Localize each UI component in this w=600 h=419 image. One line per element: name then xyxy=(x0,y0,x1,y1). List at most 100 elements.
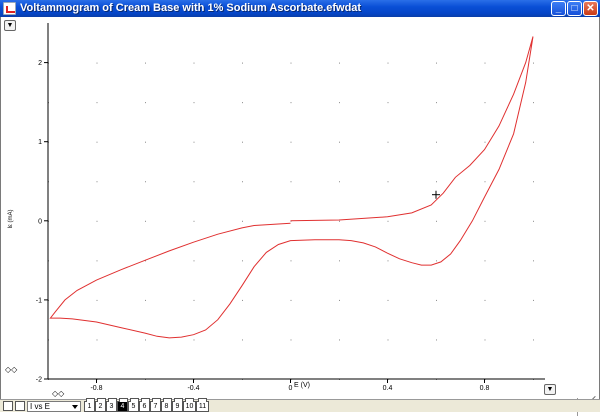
grid-dot xyxy=(339,181,340,183)
dropdown-arrow-icon xyxy=(72,405,78,409)
grid-dot xyxy=(193,181,195,183)
grid-dot xyxy=(387,141,389,143)
view-select[interactable]: I vs E xyxy=(27,401,81,412)
series-layer xyxy=(49,36,534,339)
x-scroll-icon[interactable]: ◇◇ xyxy=(52,389,64,398)
grid-dot xyxy=(96,339,98,341)
grid-dot xyxy=(533,141,534,143)
y-tick-label: 0 xyxy=(38,218,42,225)
grid-dot xyxy=(387,102,389,104)
dataset-tab[interactable]: 9 xyxy=(172,398,183,412)
grid-dot xyxy=(339,220,340,222)
grid-dot xyxy=(193,62,195,64)
grid-dot xyxy=(533,260,534,262)
status-bar: I vs E 1 2 3 4 5 6 7 8 9 10 11 xyxy=(0,398,600,412)
split-view-button[interactable] xyxy=(3,401,13,411)
maximize-button[interactable]: □ xyxy=(567,1,582,16)
grid-dot xyxy=(96,260,98,262)
grid-dot xyxy=(145,339,146,341)
grid-dot xyxy=(145,62,146,64)
grid-dot xyxy=(339,102,340,104)
grid-dot xyxy=(193,339,195,341)
grid-dot xyxy=(436,220,437,222)
grid-dot xyxy=(145,181,146,183)
y-tick-label: -2 xyxy=(36,377,42,384)
app-icon xyxy=(3,2,16,15)
grid-dot xyxy=(290,260,292,262)
grid-dot xyxy=(387,220,389,222)
grid-dot xyxy=(387,339,389,341)
axes xyxy=(47,23,545,380)
grid-dot xyxy=(242,220,243,222)
window-title: Voltammogram of Cream Base with 1% Sodiu… xyxy=(20,2,362,14)
grid-dot xyxy=(484,102,486,104)
grid-dot xyxy=(484,339,486,341)
y-tick-label: 1 xyxy=(38,139,42,146)
voltammogram-window: Voltammogram of Cream Base with 1% Sodiu… xyxy=(0,0,600,416)
grid-dot xyxy=(387,260,389,262)
x-tick-label: -0.4 xyxy=(187,385,199,392)
dataset-tab[interactable]: 2 xyxy=(95,398,106,412)
grid-dot xyxy=(339,141,340,143)
grid-dot xyxy=(533,62,534,64)
grid-dot xyxy=(339,260,340,262)
grid-dot xyxy=(96,141,98,143)
dataset-tab[interactable]: 8 xyxy=(161,398,172,412)
dataset-tab[interactable]: 3 xyxy=(106,398,117,412)
grid-dot xyxy=(193,220,195,222)
grid-dot xyxy=(242,339,243,341)
grid-dot xyxy=(339,62,340,64)
x-tick-label: 0.8 xyxy=(480,385,490,392)
title-bar[interactable]: Voltammogram of Cream Base with 1% Sodiu… xyxy=(0,0,600,17)
plot-area[interactable]: ▼ -0.8 -0.4 0 0.4 0.8 -2 -1 0 1 2 Iε (mA) E (V) ▼… xyxy=(0,17,600,416)
dataset-tab[interactable]: 6 xyxy=(139,398,150,412)
x-axis-label: E (V) xyxy=(294,382,310,389)
grid-dot xyxy=(533,220,534,222)
grid-dot xyxy=(242,62,243,64)
grid-dot xyxy=(484,220,486,222)
grid-dot xyxy=(436,260,437,262)
grid-dot xyxy=(290,339,292,341)
dataset-tab[interactable]: 5 xyxy=(128,398,139,412)
close-button[interactable]: ✕ xyxy=(583,1,598,16)
grid-dot xyxy=(339,339,340,341)
tick-labels: -0.8 -0.4 0 0.4 0.8 -2 -1 0 1 2 xyxy=(36,60,490,392)
y-tick-label: 2 xyxy=(38,60,42,67)
grid-dot xyxy=(533,299,534,301)
dataset-tab[interactable]: 7 xyxy=(150,398,161,412)
minimize-button[interactable]: _ xyxy=(551,1,566,16)
x-tick-label: -0.8 xyxy=(90,385,102,392)
grid-dot xyxy=(436,339,437,341)
grid-dot xyxy=(193,299,195,301)
grid-dot xyxy=(96,220,98,222)
x-axis-menu-button[interactable]: ▼ xyxy=(544,384,556,395)
grid-dot xyxy=(436,299,437,301)
dataset-tab[interactable]: 4 xyxy=(117,398,128,412)
grid-dot xyxy=(533,339,534,341)
grid-dot xyxy=(290,181,292,183)
grid-dot xyxy=(145,102,146,104)
dataset-tab[interactable]: 11 xyxy=(196,398,209,412)
y-scroll-icon[interactable]: ◇◇ xyxy=(5,366,17,374)
series-line xyxy=(49,36,534,339)
y-axis-label: Iε (mA) xyxy=(8,209,14,228)
grid-dot xyxy=(290,299,292,301)
x-tick-label: 0 xyxy=(289,385,293,392)
grid-dot xyxy=(290,62,292,64)
grid-dots xyxy=(48,62,534,380)
grid-dot xyxy=(242,141,243,143)
grid-dot xyxy=(484,181,486,183)
x-tick-label: 0.4 xyxy=(383,385,393,392)
grid-dot xyxy=(339,299,340,301)
grid-dot xyxy=(484,141,486,143)
dataset-tab[interactable]: 10 xyxy=(183,398,196,412)
grid-dot xyxy=(436,181,437,183)
grid-dot xyxy=(193,102,195,104)
dataset-tab[interactable]: 1 xyxy=(84,398,95,412)
grid-dot xyxy=(242,102,243,104)
voltammogram-chart[interactable]: -0.8 -0.4 0 0.4 0.8 -2 -1 0 1 2 Iε (mA) E (V) xyxy=(1,17,599,399)
page-view-button[interactable] xyxy=(15,401,25,411)
grid-dot xyxy=(145,299,146,301)
grid-dot xyxy=(533,102,534,104)
grid-dot xyxy=(145,141,146,143)
